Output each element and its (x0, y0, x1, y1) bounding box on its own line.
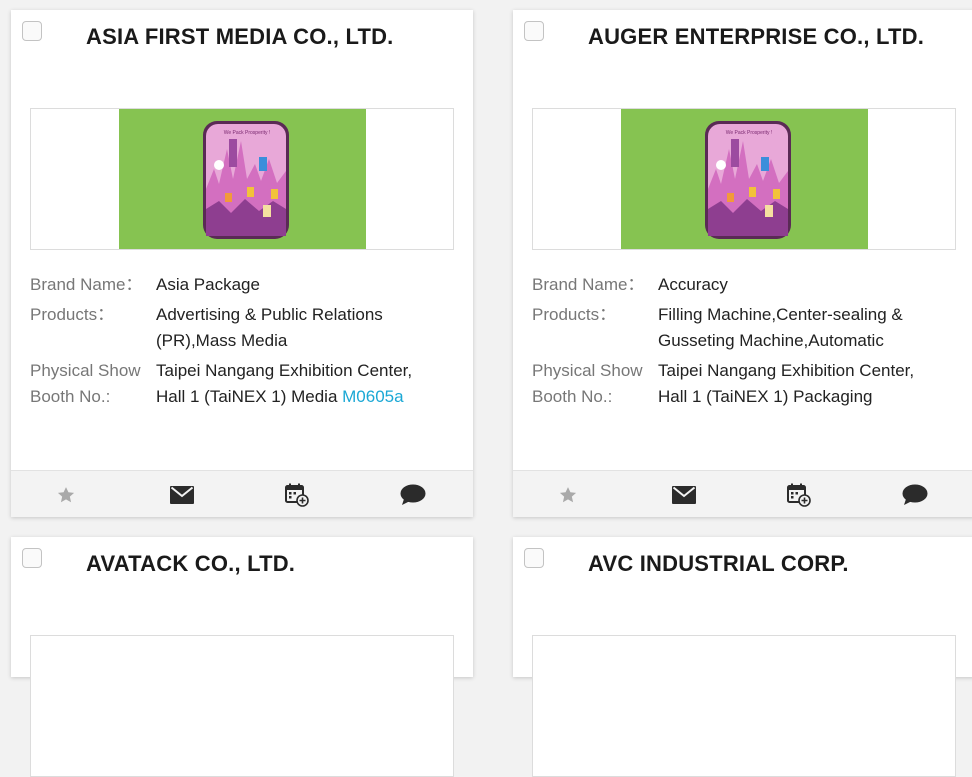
products-label: Products： (30, 305, 115, 324)
booth-label-line-1: Physical Show (30, 361, 141, 380)
select-checkbox[interactable] (22, 21, 42, 41)
favorite-button[interactable] (53, 482, 79, 508)
booth-label-line-2: Booth No.: (30, 387, 111, 406)
chat-icon (400, 484, 426, 505)
calendar-add-icon (787, 483, 811, 507)
star-icon (559, 487, 577, 503)
products-row: Products： Filling Machine,Center-sealing… (532, 302, 962, 354)
company-details: Brand Name： Asia Package Products： Adver… (30, 272, 460, 410)
products-label: Products： (532, 305, 617, 324)
select-checkbox[interactable] (22, 548, 42, 568)
booth-line-2: Hall 1 (TaiNEX 1) Packaging (658, 387, 873, 406)
card-actions (11, 470, 473, 517)
booth-code-link[interactable]: M0605a (342, 387, 403, 406)
favorite-button[interactable] (555, 482, 581, 508)
company-title[interactable]: AVATACK CO., LTD. (86, 551, 295, 577)
brand-label: Brand Name： (532, 275, 645, 294)
schedule-meeting-button[interactable] (284, 482, 310, 508)
booth-line-1: Taipei Nangang Exhibition Center, (156, 361, 413, 380)
booth-label-line-1: Physical Show (532, 361, 643, 380)
products-line-1: Filling Machine,Center-sealing & (658, 305, 903, 324)
booth-row: Physical Show Booth No.: Taipei Nangang … (30, 358, 460, 410)
email-button[interactable] (169, 482, 195, 508)
star-icon (57, 487, 75, 503)
booth-value: Taipei Nangang Exhibition Center, Hall 1… (156, 358, 460, 410)
exhibitor-card: AUGER ENTERPRISE CO., LTD. We Pack Prosp… (513, 10, 972, 517)
brand-label: Brand Name： (30, 275, 143, 294)
image-caption: We Pack Prosperity ! (224, 130, 271, 136)
product-image-frame[interactable]: We Pack Prosperity ! (30, 108, 454, 250)
email-button[interactable] (671, 482, 697, 508)
products-line-1: Advertising & Public Relations (156, 305, 383, 324)
products-line-2: Gusseting Machine,Automatic (658, 331, 884, 350)
brand-value: Asia Package (156, 275, 260, 294)
product-image: We Pack Prosperity ! (621, 109, 868, 249)
exhibitor-card: AVC INDUSTRIAL CORP. (513, 537, 972, 777)
brand-value: Accuracy (658, 275, 728, 294)
products-value: Filling Machine,Center-sealing & Gusseti… (658, 302, 962, 354)
chat-button[interactable] (902, 482, 928, 508)
schedule-meeting-button[interactable] (786, 482, 812, 508)
chat-icon (902, 484, 928, 505)
calendar-add-icon (285, 483, 309, 507)
exhibitor-card: ASIA FIRST MEDIA CO., LTD. We Pack Prosp… (11, 10, 473, 517)
product-image: We Pack Prosperity ! (119, 109, 366, 249)
exhibitor-card: AVATACK CO., LTD. (11, 537, 473, 777)
booth-label: Physical Show Booth No.: (30, 358, 156, 410)
select-checkbox[interactable] (524, 21, 544, 41)
booth-label: Physical Show Booth No.: (532, 358, 658, 410)
image-caption: We Pack Prosperity ! (726, 130, 773, 136)
booth-value: Taipei Nangang Exhibition Center, Hall 1… (658, 358, 962, 410)
card-actions (513, 470, 972, 517)
product-image-frame[interactable] (30, 635, 454, 777)
select-checkbox[interactable] (524, 548, 544, 568)
products-value: Advertising & Public Relations (PR),Mass… (156, 302, 460, 354)
chat-button[interactable] (400, 482, 426, 508)
mail-icon (672, 486, 696, 504)
company-title[interactable]: AVC INDUSTRIAL CORP. (588, 551, 849, 577)
brand-row: Brand Name： Asia Package (30, 272, 460, 298)
company-title[interactable]: ASIA FIRST MEDIA CO., LTD. (86, 24, 394, 50)
mail-icon (170, 486, 194, 504)
company-details: Brand Name： Accuracy Products： Filling M… (532, 272, 962, 410)
company-title[interactable]: AUGER ENTERPRISE CO., LTD. (588, 24, 924, 50)
booth-hall: Hall 1 (TaiNEX 1) Media (156, 387, 338, 406)
brand-row: Brand Name： Accuracy (532, 272, 962, 298)
product-image-frame[interactable]: We Pack Prosperity ! (532, 108, 956, 250)
booth-label-line-2: Booth No.: (532, 387, 613, 406)
products-line-2: (PR),Mass Media (156, 331, 288, 350)
products-row: Products： Advertising & Public Relations… (30, 302, 460, 354)
product-image-frame[interactable] (532, 635, 956, 777)
booth-line-2: Hall 1 (TaiNEX 1) Media M0605a (156, 384, 460, 410)
booth-row: Physical Show Booth No.: Taipei Nangang … (532, 358, 962, 410)
booth-line-1: Taipei Nangang Exhibition Center, (658, 361, 915, 380)
